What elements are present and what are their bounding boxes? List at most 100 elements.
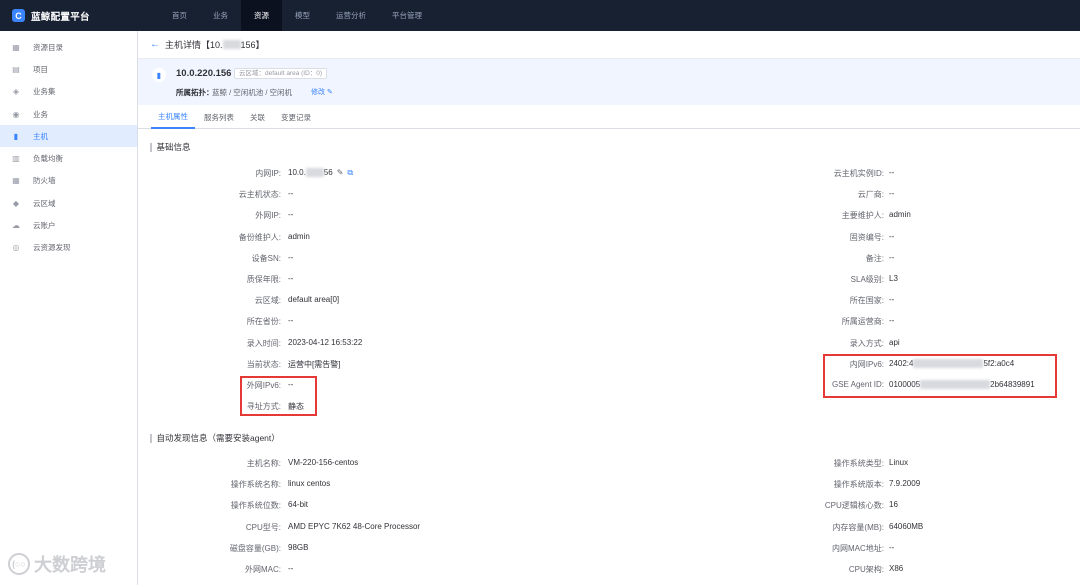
- property-label: 操作系统位数:: [230, 501, 281, 511]
- property-label: 录入时间:: [246, 338, 281, 348]
- redacted-blur: [305, 168, 324, 178]
- topnav-item[interactable]: 资源: [241, 0, 282, 31]
- app-logo[interactable]: C 蓝鲸配置平台: [0, 9, 140, 23]
- topnav-item[interactable]: 模型: [282, 0, 323, 31]
- property-value: default area[0]: [288, 295, 339, 304]
- cloud-area-tag: 云区域：default area (ID：0): [234, 68, 328, 79]
- edit-topology-link[interactable]: 修改 ✎: [311, 87, 333, 97]
- property-value-text: default area[0]: [288, 295, 340, 305]
- sidebar-item[interactable]: ◆ 云区域: [0, 192, 137, 214]
- section-basic-info: 基础信息: [150, 141, 191, 153]
- host-summary-bar: ▮ 10.0.220.156 云区域：default area (ID：0) 所…: [138, 59, 1080, 105]
- breadcrumb-title-suffix: 156】: [240, 40, 265, 50]
- sidebar-item-label: 云区域: [33, 198, 56, 208]
- property-value: linux centos: [288, 479, 330, 488]
- sidebar-item-label: 项目: [33, 64, 48, 74]
- property-value-text: --: [889, 168, 895, 177]
- property-value-text: L3: [889, 274, 898, 283]
- property-label: 云主机状态:: [238, 190, 281, 200]
- highlight-box-right: [823, 354, 1057, 398]
- property-value: --: [288, 210, 293, 219]
- property-value: --: [288, 274, 293, 283]
- topology-label: 所属拓扑：: [176, 88, 214, 97]
- sidebar: ▦ 资源目录 ▤ 项目 ◈ 业务集 ◉ 业务 ▮ 主机 ▥ 负载均衡 ▦ 防火墙 ◆ 云区域 ☁ 云账户 ◎ 云资源发…: [0, 31, 138, 585]
- property-value: 98GB: [288, 543, 308, 552]
- sidebar-item[interactable]: ◎ 云资源发现: [0, 237, 137, 259]
- sidebar-item[interactable]: ☁ 云账户: [0, 214, 137, 236]
- topnav-item[interactable]: 首页: [159, 0, 200, 31]
- grid-icon: ▦: [12, 42, 20, 52]
- tab[interactable]: 服务列表: [197, 105, 241, 129]
- property-value-text: --: [889, 295, 895, 305]
- sidebar-item[interactable]: ▮ 主机: [0, 125, 137, 148]
- pencil-icon: ✎: [326, 89, 333, 96]
- property-value-text: api: [889, 337, 900, 347]
- tab[interactable]: 变更记录: [274, 105, 318, 129]
- back-arrow-icon[interactable]: ←: [150, 39, 160, 50]
- sidebar-item-label: 业务: [33, 109, 48, 119]
- sidebar-item[interactable]: ▥ 负载均衡: [0, 147, 137, 169]
- top-navbar: C 蓝鲸配置平台 首页 业务 资源 模型 运营分析 平台管理: [0, 0, 1080, 31]
- sidebar-item[interactable]: ◈ 业务集: [0, 81, 137, 103]
- property-label: 备份维护人:: [238, 232, 281, 242]
- cloud-account-icon: ☁: [12, 221, 20, 231]
- property-label: 外网IP:: [255, 211, 281, 221]
- property-value-text: 7.9.2009: [889, 479, 921, 489]
- sidebar-item[interactable]: ◉ 业务: [0, 103, 137, 125]
- copy-icon[interactable]: ⧉: [347, 168, 353, 177]
- property-value-text: --: [288, 252, 294, 262]
- property-value-text: --: [288, 189, 294, 199]
- detail-tabs: 主机属性 服务列表 关联 变更记录: [138, 105, 1080, 129]
- property-value-text: --: [889, 231, 895, 241]
- property-value: 10.0. 56 ✎ ⧉: [288, 168, 353, 178]
- sidebar-item-label: 资源目录: [33, 42, 63, 52]
- app-logo-icon: C: [12, 9, 25, 22]
- property-value: 64060MB: [889, 522, 923, 531]
- cloud-area-icon: ◆: [12, 198, 20, 208]
- sidebar-item-label: 云资源发现: [33, 243, 71, 253]
- property-label: 备注:: [865, 253, 884, 263]
- sidebar-item-label: 负载均衡: [33, 154, 63, 164]
- property-label: CPU型号:: [245, 522, 281, 532]
- property-value-text: Linux: [889, 458, 909, 467]
- edit-icon[interactable]: ✎: [337, 168, 344, 177]
- sidebar-item[interactable]: ▦ 防火墙: [0, 170, 137, 192]
- property-label: 内存容量(MB):: [832, 522, 884, 532]
- property-value: --: [889, 543, 894, 552]
- topnav-item[interactable]: 平台管理: [379, 0, 435, 31]
- property-value: api: [889, 338, 900, 347]
- section-auto-discovery: 自动发现信息（需要安装agent）: [150, 432, 280, 444]
- property-value: --: [288, 253, 293, 262]
- sidebar-item-label: 主机: [33, 131, 48, 141]
- property-value-text: --: [288, 564, 294, 573]
- topnav-item[interactable]: 运营分析: [323, 0, 379, 31]
- property-value-text: --: [288, 316, 294, 326]
- topnav-item[interactable]: 业务: [200, 0, 241, 31]
- property-value: --: [288, 564, 293, 573]
- sidebar-item-label: 业务集: [33, 87, 56, 97]
- breadcrumb: ← 主机详情【10. 156】: [138, 31, 1080, 59]
- property-value: admin: [288, 232, 310, 241]
- main-content: ← 主机详情【10. 156】 ▮ 10.0.220.156 云区域：defau…: [138, 31, 1080, 585]
- load-balancer-icon: ▥: [12, 154, 20, 164]
- property-value: Linux: [889, 458, 908, 467]
- property-label: CPU逻辑核心数:: [824, 501, 884, 511]
- property-label: 内网IP:: [255, 169, 281, 178]
- property-value: 7.9.2009: [889, 479, 920, 488]
- sidebar-item[interactable]: ▦ 资源目录: [0, 36, 137, 58]
- property-value: --: [889, 232, 894, 241]
- redacted-blur: [222, 40, 241, 49]
- property-value: 运营中[需告警]: [288, 359, 340, 370]
- property-value-text: 2023-04-12 16:53:22: [288, 337, 363, 347]
- property-value-text: admin: [288, 231, 310, 241]
- project-icon: ▤: [12, 64, 20, 74]
- property-value-text: 运营中[需告警]: [288, 359, 341, 369]
- sidebar-item-label: 防火墙: [33, 176, 56, 186]
- sidebar-item[interactable]: ▤ 项目: [0, 58, 137, 80]
- property-value-text: 10.0.: [288, 168, 306, 177]
- sidebar-item-label: 云账户: [33, 221, 56, 231]
- tab[interactable]: 主机属性: [151, 105, 195, 129]
- tab[interactable]: 关联: [243, 105, 272, 129]
- property-value: --: [889, 168, 894, 177]
- property-value-text: admin: [889, 210, 911, 220]
